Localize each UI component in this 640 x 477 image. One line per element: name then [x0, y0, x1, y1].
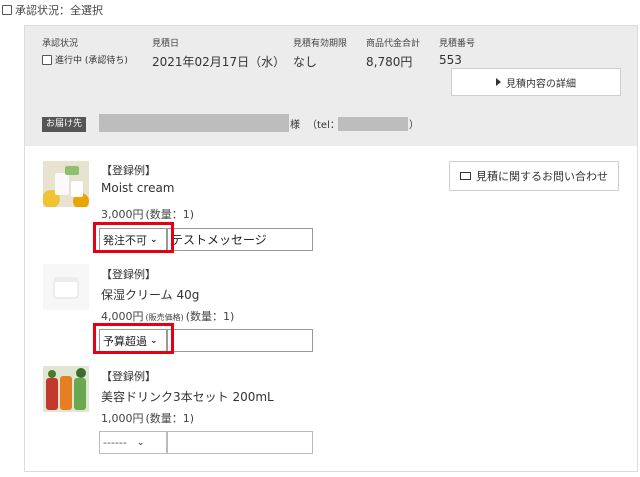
total-label: 商品代金合計 [366, 39, 421, 49]
chevron-down-icon: ⌄ [136, 437, 145, 448]
status-value[interactable]: 進行中 (承認待ち) [42, 53, 128, 66]
triangle-right-icon [496, 78, 501, 86]
tel-close: ） [409, 120, 419, 131]
quantity: (数量：1) [145, 412, 195, 425]
price-value: 3,000円 [101, 208, 144, 221]
date-label: 見積日 [152, 39, 180, 49]
select-value: ------ [103, 436, 127, 449]
status-label: 承認状況 [42, 39, 79, 49]
quantity: (数量：1) [145, 208, 195, 221]
message-input[interactable] [167, 329, 313, 352]
validity-field: 見積有効期限 なし [293, 36, 347, 70]
estimate-detail-button[interactable]: 見積内容の詳細 [451, 68, 621, 96]
highlight-box [93, 222, 174, 253]
validity-value: なし [293, 55, 318, 69]
redacted-name [99, 114, 289, 132]
product-image [43, 366, 89, 412]
message-input[interactable] [167, 431, 313, 454]
date-value: 2021年02月17日（水） [152, 55, 286, 69]
highlight-box [93, 323, 174, 354]
select-all-label: 承認状況：全選択 [15, 4, 103, 17]
total-field: 商品代金合計 8,780円 [366, 36, 420, 70]
item-price: 4,000円 (販売価格) (数量：1) [101, 308, 234, 324]
status-text: 進行中 (承認待ち) [55, 56, 128, 66]
item-price: 3,000円 (数量：1) [101, 206, 194, 222]
product-image [43, 264, 89, 310]
item-name: Moist cream [101, 181, 175, 195]
number-value: 553 [439, 53, 462, 67]
price-note: (販売価格) [145, 313, 184, 322]
order-status-select[interactable]: ------ ⌄ [99, 431, 167, 454]
message-input[interactable]: テストメッセージ [167, 228, 313, 251]
validity-label: 見積有効期限 [293, 39, 348, 49]
item-price: 1,000円 (数量：1) [101, 410, 194, 426]
item-name: 保湿クリーム 40g [101, 288, 200, 302]
item-tag: 【登録例】 [101, 164, 156, 177]
item-tag: 【登録例】 [101, 268, 156, 281]
select-all[interactable]: 承認状況：全選択 [2, 2, 103, 18]
tel-label: （tel： [307, 120, 340, 131]
estimate-detail-label: 見積内容の詳細 [506, 78, 576, 90]
status-checkbox[interactable] [42, 54, 52, 65]
date-field: 見積日 2021年02月17日（水） [152, 36, 285, 70]
product-image [43, 161, 89, 207]
select-all-checkbox[interactable] [2, 5, 12, 15]
quantity: (数量：1) [185, 310, 235, 323]
item-tag: 【登録例】 [101, 370, 156, 383]
redacted-tel [338, 117, 408, 131]
price-value: 4,000円 [101, 310, 144, 323]
honorific: 様 [290, 120, 300, 131]
number-label: 見積番号 [439, 39, 476, 49]
price-value: 1,000円 [101, 412, 144, 425]
status-field: 承認状況 進行中 (承認待ち) [42, 36, 128, 66]
shipping-badge: お届け先 [42, 117, 87, 132]
estimate-card: 承認状況 進行中 (承認待ち) 見積日 2021年02月17日（水） 見積有効期… [24, 25, 638, 472]
estimate-header: 承認状況 進行中 (承認待ち) 見積日 2021年02月17日（水） 見積有効期… [25, 26, 637, 146]
total-value: 8,780円 [366, 55, 413, 69]
mail-icon [460, 172, 471, 180]
item-name: 美容ドリンク3本セット 200mL [101, 390, 274, 404]
number-field: 見積番号 553 [439, 36, 475, 67]
inquiry-button[interactable]: 見積に関するお問い合わせ [449, 161, 619, 191]
inquiry-label: 見積に関するお問い合わせ [476, 170, 608, 183]
